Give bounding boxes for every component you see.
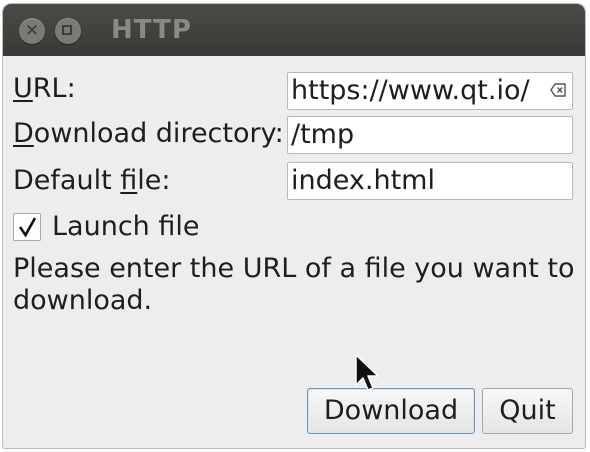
default-file-field-text: index.html xyxy=(291,165,435,196)
checkmark-icon xyxy=(18,217,37,238)
default-file-field[interactable]: index.html xyxy=(287,162,573,200)
download-button[interactable]: Download xyxy=(307,388,475,434)
default-file-label: Default file: xyxy=(13,163,170,199)
title-bar[interactable]: ✕ HTTP xyxy=(3,4,585,56)
launch-file-checkbox[interactable] xyxy=(13,213,41,241)
url-field[interactable]: https://www.qt.io/ xyxy=(287,72,573,110)
launch-file-label[interactable]: Launch file xyxy=(52,209,199,245)
quit-button[interactable]: Quit xyxy=(482,388,573,434)
http-dialog-window: ✕ HTTP URL: https://www.qt.io/ Download … xyxy=(3,4,585,448)
url-label-mnemonic: U xyxy=(13,73,33,104)
minimize-icon xyxy=(62,25,72,35)
status-message: Please enter the URL of a file you want … xyxy=(13,253,575,316)
default-file-label-rest: ile: xyxy=(137,165,171,196)
mouse-pointer-icon xyxy=(355,354,379,391)
url-field-text: https://www.qt.io/ xyxy=(291,75,530,106)
clear-text-icon[interactable] xyxy=(550,83,566,97)
close-button[interactable]: ✕ xyxy=(19,18,45,44)
default-file-label-mnemonic: f xyxy=(120,165,138,196)
download-directory-label-mnemonic: D xyxy=(13,118,34,149)
download-directory-label: Download directory: xyxy=(13,116,284,152)
url-label: URL: xyxy=(13,71,76,107)
download-directory-field-text: /tmp xyxy=(291,119,355,150)
close-icon: ✕ xyxy=(24,21,40,41)
url-label-rest: RL: xyxy=(32,73,76,104)
window-title: HTTP xyxy=(111,15,192,45)
download-directory-label-rest: ownload directory: xyxy=(33,118,284,149)
download-directory-field[interactable]: /tmp xyxy=(287,116,573,154)
default-file-label-prefix: Default xyxy=(13,165,121,196)
minimize-button[interactable] xyxy=(55,18,81,44)
